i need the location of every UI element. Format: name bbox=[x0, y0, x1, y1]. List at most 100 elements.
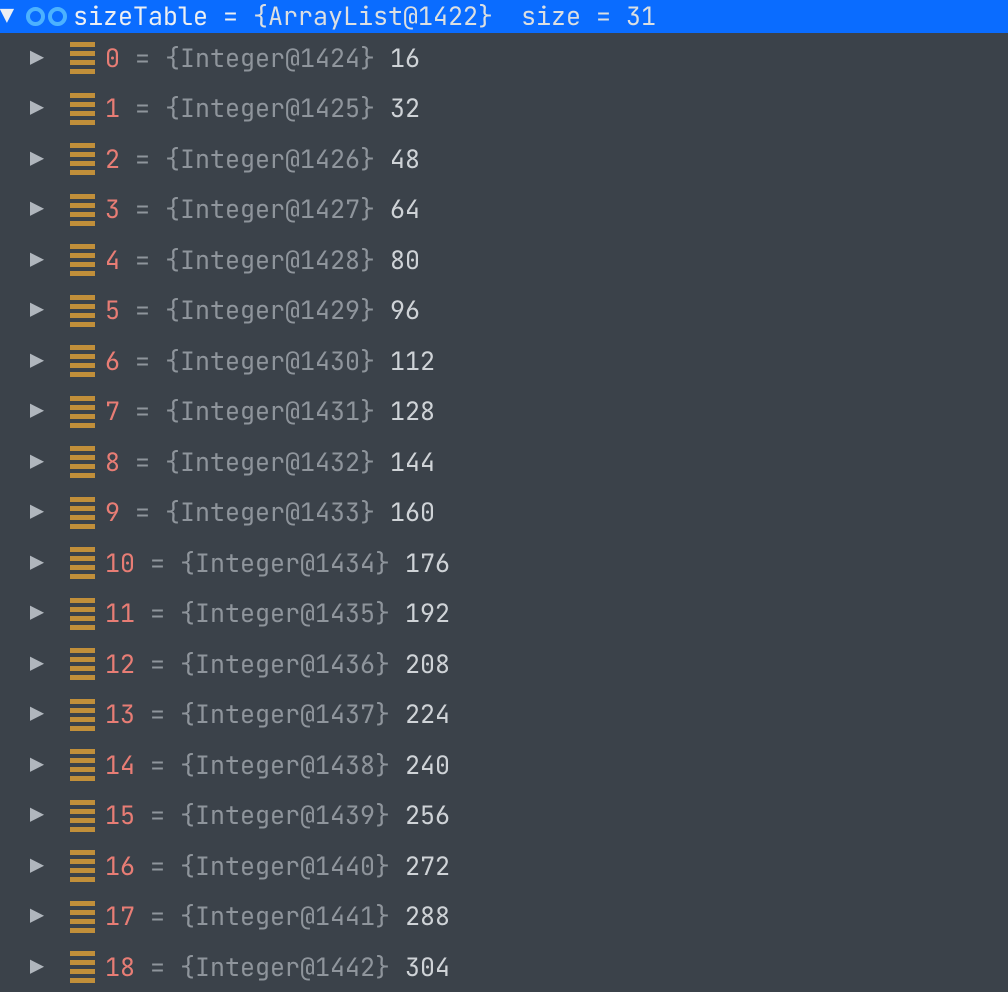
equals-sign: = bbox=[135, 904, 180, 929]
element-class-ref: {Integer@1436} bbox=[180, 652, 390, 677]
expand-icon[interactable]: ▶ bbox=[30, 400, 56, 423]
element-class-ref: {Integer@1425} bbox=[165, 96, 375, 121]
array-element-icon bbox=[70, 396, 95, 428]
element-class-ref: {Integer@1439} bbox=[180, 803, 390, 828]
element-value: 112 bbox=[375, 349, 435, 374]
expand-icon[interactable]: ▶ bbox=[30, 754, 56, 777]
array-element-icon bbox=[70, 598, 95, 630]
element-class-ref: {Integer@1426} bbox=[165, 147, 375, 172]
expand-icon[interactable]: ▶ bbox=[30, 198, 56, 221]
expand-icon[interactable]: ▶ bbox=[30, 249, 56, 272]
element-index: 8 bbox=[105, 450, 120, 475]
element-value: 80 bbox=[375, 248, 420, 273]
element-value: 144 bbox=[375, 450, 435, 475]
element-class-ref: {Integer@1433} bbox=[165, 500, 375, 525]
expand-icon[interactable]: ▶ bbox=[30, 602, 56, 625]
variable-element-row[interactable]: ▶ 15 = {Integer@1439} 256 bbox=[0, 791, 1008, 842]
equals-sign: = bbox=[135, 551, 180, 576]
element-class-ref: {Integer@1429} bbox=[165, 298, 375, 323]
equals-sign: = bbox=[135, 955, 180, 980]
equals-sign: = bbox=[120, 197, 165, 222]
variable-element-row[interactable]: ▶ 12 = {Integer@1436} 208 bbox=[0, 639, 1008, 690]
element-class-ref: {Integer@1424} bbox=[165, 46, 375, 71]
array-element-icon bbox=[70, 547, 95, 579]
variable-element-row[interactable]: ▶ 10 = {Integer@1434} 176 bbox=[0, 538, 1008, 589]
expand-icon[interactable]: ▶ bbox=[30, 552, 56, 575]
expand-icon[interactable]: ▶ bbox=[30, 501, 56, 524]
array-element-icon bbox=[70, 42, 95, 74]
array-element-icon bbox=[70, 951, 95, 983]
expand-icon[interactable]: ▶ bbox=[30, 703, 56, 726]
variable-element-row[interactable]: ▶ 6 = {Integer@1430} 112 bbox=[0, 336, 1008, 387]
array-element-icon bbox=[70, 901, 95, 933]
element-class-ref: {Integer@1438} bbox=[180, 753, 390, 778]
element-value: 224 bbox=[390, 702, 450, 727]
element-index: 3 bbox=[105, 197, 120, 222]
variable-element-row[interactable]: ▶ 1 = {Integer@1425} 32 bbox=[0, 84, 1008, 135]
variable-element-row[interactable]: ▶ 5 = {Integer@1429} 96 bbox=[0, 286, 1008, 337]
variable-element-row[interactable]: ▶ 11 = {Integer@1435} 192 bbox=[0, 589, 1008, 640]
element-value: 32 bbox=[375, 96, 420, 121]
debugger-variables-panel: ▼ sizeTable = {ArrayList@1422} size = 31… bbox=[0, 0, 1008, 992]
variable-element-row[interactable]: ▶ 3 = {Integer@1427} 64 bbox=[0, 185, 1008, 236]
expand-icon[interactable]: ▶ bbox=[30, 299, 56, 322]
element-class-ref: {Integer@1442} bbox=[180, 955, 390, 980]
equals-sign: = bbox=[120, 450, 165, 475]
element-value: 96 bbox=[375, 298, 420, 323]
element-index: 15 bbox=[105, 803, 135, 828]
expand-icon[interactable]: ▶ bbox=[30, 855, 56, 878]
expand-icon[interactable]: ▶ bbox=[30, 905, 56, 928]
variable-element-row[interactable]: ▶ 17 = {Integer@1441} 288 bbox=[0, 892, 1008, 943]
element-index: 12 bbox=[105, 652, 135, 677]
array-element-icon bbox=[70, 648, 95, 680]
expand-icon[interactable]: ▶ bbox=[30, 148, 56, 171]
element-index: 10 bbox=[105, 551, 135, 576]
element-value: 272 bbox=[390, 854, 450, 879]
expand-icon[interactable]: ▶ bbox=[30, 804, 56, 827]
variable-element-row[interactable]: ▶ 14 = {Integer@1438} 240 bbox=[0, 740, 1008, 791]
expand-icon[interactable]: ▶ bbox=[30, 653, 56, 676]
element-value: 240 bbox=[390, 753, 450, 778]
expand-icon[interactable]: ▶ bbox=[30, 451, 56, 474]
element-class-ref: {Integer@1435} bbox=[180, 601, 390, 626]
variable-element-row[interactable]: ▶ 18 = {Integer@1442} 304 bbox=[0, 942, 1008, 992]
variable-element-row[interactable]: ▶ 7 = {Integer@1431} 128 bbox=[0, 387, 1008, 438]
variable-element-row[interactable]: ▶ 13 = {Integer@1437} 224 bbox=[0, 690, 1008, 741]
equals-sign: = bbox=[120, 248, 165, 273]
variable-element-row[interactable]: ▶ 8 = {Integer@1432} 144 bbox=[0, 437, 1008, 488]
equals-sign: = bbox=[120, 399, 165, 424]
element-class-ref: {Integer@1441} bbox=[180, 904, 390, 929]
element-index: 17 bbox=[105, 904, 135, 929]
expand-icon[interactable]: ▶ bbox=[30, 956, 56, 979]
variable-element-row[interactable]: ▶ 4 = {Integer@1428} 80 bbox=[0, 235, 1008, 286]
watch-icon bbox=[26, 7, 67, 26]
expand-icon[interactable]: ▶ bbox=[30, 47, 56, 70]
array-element-icon bbox=[70, 143, 95, 175]
element-value: 128 bbox=[375, 399, 435, 424]
expand-icon[interactable]: ▶ bbox=[30, 97, 56, 120]
array-element-icon bbox=[70, 699, 95, 731]
element-index: 7 bbox=[105, 399, 120, 424]
element-class-ref: {Integer@1437} bbox=[180, 702, 390, 727]
variable-element-row[interactable]: ▶ 0 = {Integer@1424} 16 bbox=[0, 33, 1008, 84]
equals-sign: = bbox=[135, 702, 180, 727]
variable-root-row[interactable]: ▼ sizeTable = {ArrayList@1422} size = 31 bbox=[0, 0, 1008, 33]
element-value: 48 bbox=[375, 147, 420, 172]
variable-size-label: size = 31 bbox=[521, 4, 656, 29]
element-index: 5 bbox=[105, 298, 120, 323]
equals-sign: = bbox=[120, 46, 165, 71]
element-value: 288 bbox=[390, 904, 450, 929]
variable-element-row[interactable]: ▶ 9 = {Integer@1433} 160 bbox=[0, 488, 1008, 539]
element-class-ref: {Integer@1430} bbox=[165, 349, 375, 374]
variable-element-row[interactable]: ▶ 16 = {Integer@1440} 272 bbox=[0, 841, 1008, 892]
element-value: 256 bbox=[390, 803, 450, 828]
expand-icon[interactable]: ▶ bbox=[30, 350, 56, 373]
element-index: 2 bbox=[105, 147, 120, 172]
variable-element-row[interactable]: ▶ 2 = {Integer@1426} 48 bbox=[0, 134, 1008, 185]
collapse-icon[interactable]: ▼ bbox=[0, 5, 26, 28]
element-index: 14 bbox=[105, 753, 135, 778]
array-element-icon bbox=[70, 749, 95, 781]
element-class-ref: {Integer@1432} bbox=[165, 450, 375, 475]
equals-sign: = bbox=[120, 147, 165, 172]
variable-name: sizeTable bbox=[73, 4, 208, 29]
